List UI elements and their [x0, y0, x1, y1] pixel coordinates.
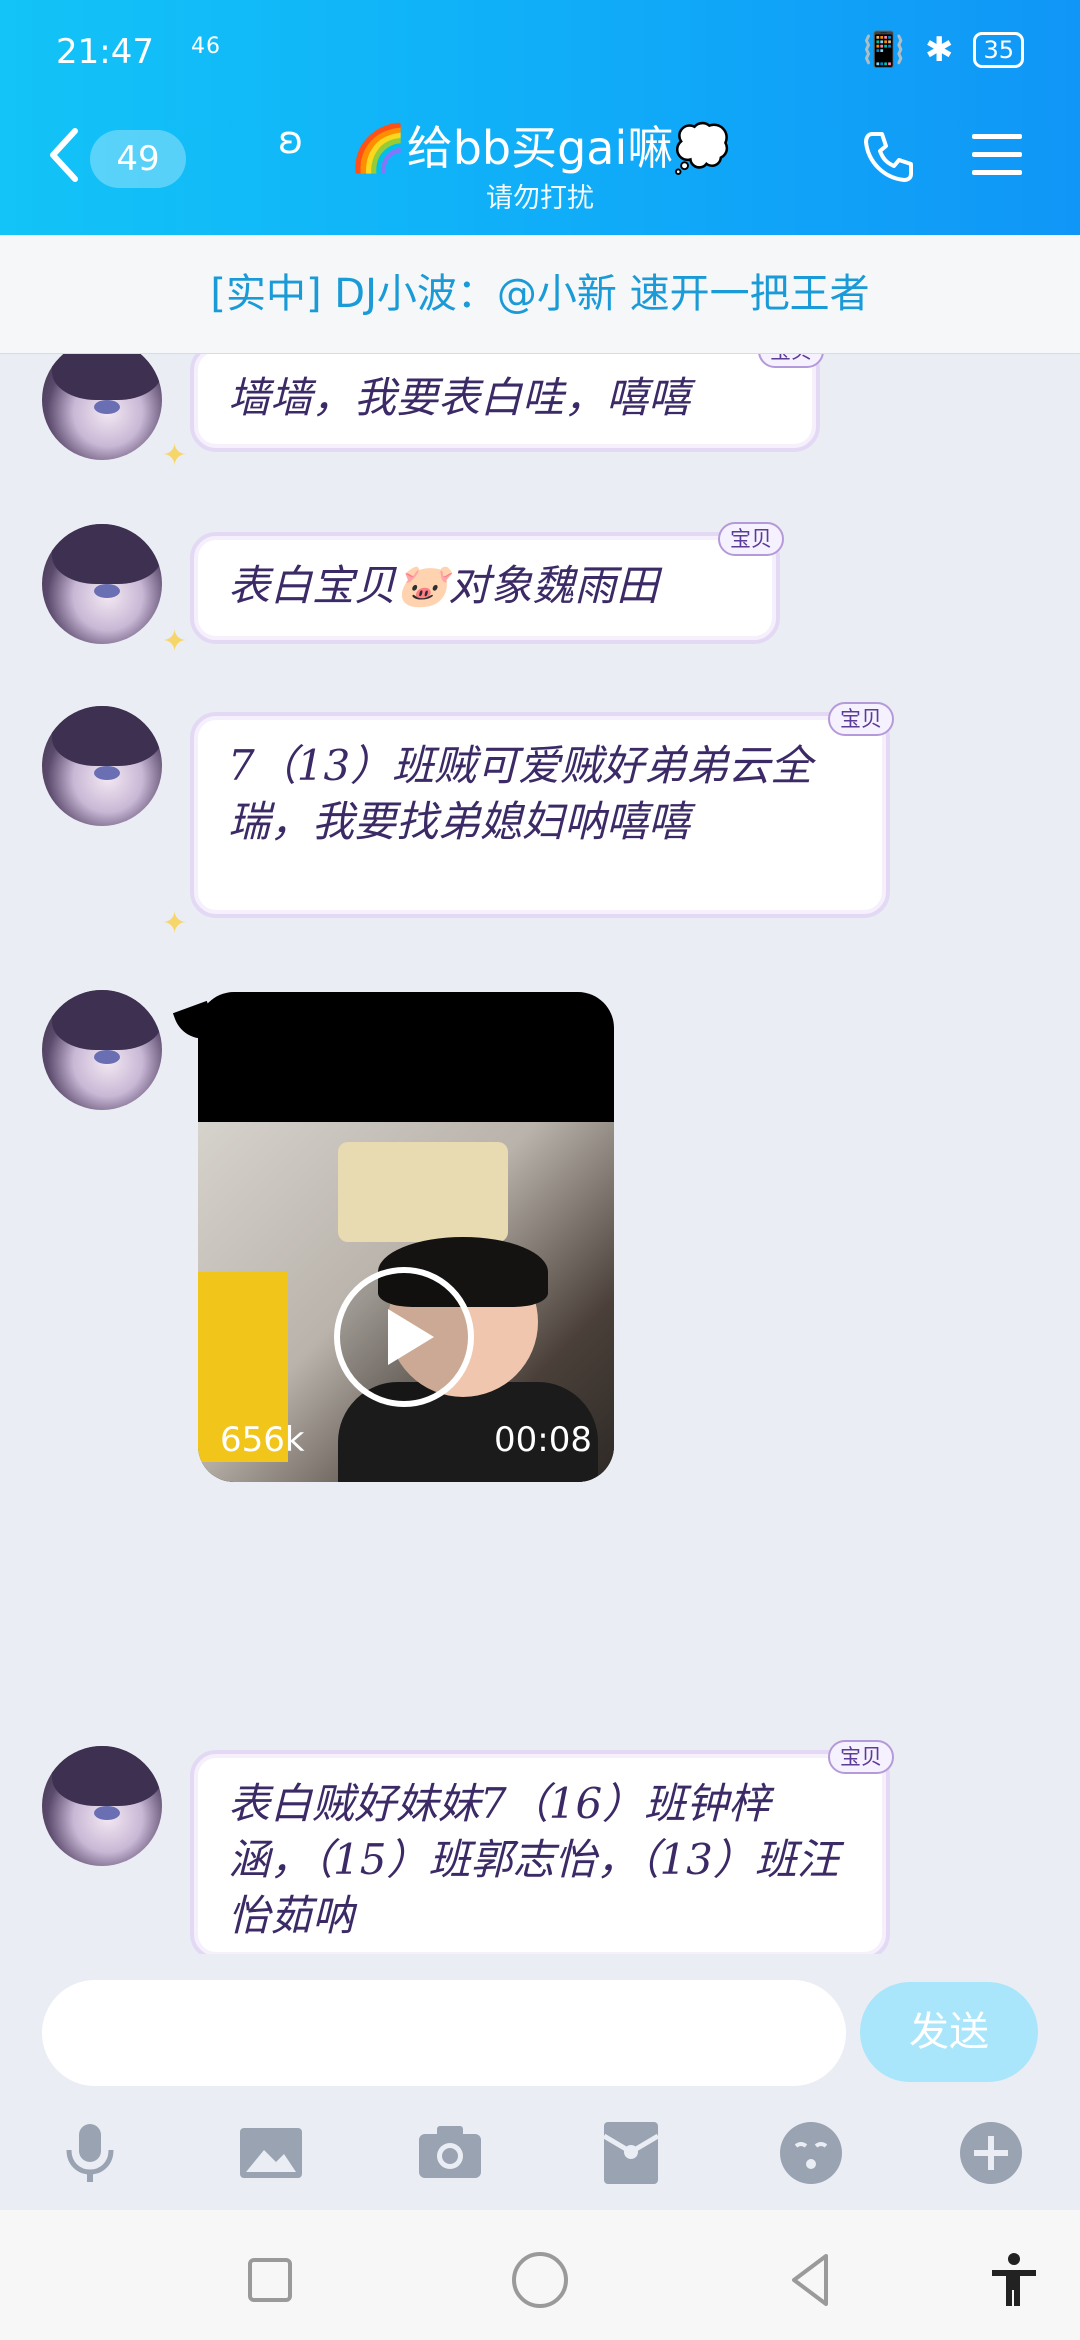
do-not-disturb-label: 请勿打扰: [486, 183, 594, 214]
nickname-tag: 宝贝: [758, 354, 824, 368]
accessibility-icon[interactable]: [984, 2250, 1044, 2310]
recents-icon[interactable]: [240, 2250, 300, 2310]
message-bubble[interactable]: 表白宝贝🐷对象魏雨田 宝贝: [190, 522, 784, 644]
input-toolbar: [0, 2098, 1080, 2198]
video-message[interactable]: 656k 00:08: [198, 992, 614, 1482]
nickname-tag: 宝贝: [828, 702, 894, 736]
sparkle-icon: ✦: [162, 624, 188, 659]
system-nav-bar: [0, 2210, 1080, 2340]
message-text: 表白宝贝🐷对象魏雨田: [228, 561, 659, 610]
message-list[interactable]: 墙墙，我要表白哇，嘻嘻 宝贝 ✦ 表白宝贝🐷对象魏雨田 宝贝 ✦ 7（13）班贼…: [0, 354, 1080, 1954]
back-icon[interactable]: [780, 2250, 840, 2310]
avatar[interactable]: [42, 990, 162, 1110]
input-bar: 发送: [0, 1958, 1080, 2086]
network-indicator: 46: [191, 34, 221, 59]
vibrate-icon: 📳: [862, 30, 905, 70]
nickname-tag: 宝贝: [718, 522, 784, 556]
play-icon[interactable]: [334, 1267, 474, 1407]
bluetooth-icon: ✱: [924, 30, 954, 70]
chat-header: 21:47 46 📳 ✱ 35 49 ʚ 🌈给bb买gai嘛💭 请勿打扰: [0, 0, 1080, 235]
avatar[interactable]: [42, 1746, 162, 1866]
avatar[interactable]: [42, 706, 162, 826]
message-text: 墙墙，我要表白哇，嘻嘻: [228, 373, 691, 422]
group-title[interactable]: ʚ 🌈给bb买gai嘛💭: [270, 112, 810, 178]
menu-icon[interactable]: [970, 130, 1024, 180]
image-icon[interactable]: [236, 2118, 306, 2188]
emoji-icon[interactable]: [776, 2118, 846, 2188]
microphone-icon[interactable]: [55, 2118, 125, 2188]
nickname-tag: 宝贝: [828, 1740, 894, 1774]
message-input[interactable]: [42, 1980, 846, 2086]
avatar[interactable]: [42, 354, 162, 460]
phone-icon[interactable]: [860, 128, 916, 184]
message-text: 7（13）班贼可爱贼好弟弟云全瑞，我要找弟媳妇呐嘻嘻: [228, 741, 813, 846]
message-bubble[interactable]: 7（13）班贼可爱贼好弟弟云全瑞，我要找弟媳妇呐嘻嘻 宝贝: [190, 702, 894, 918]
send-button[interactable]: 发送: [860, 1982, 1038, 2082]
home-icon[interactable]: [510, 2250, 570, 2310]
group-title-text: 🌈给bb买gai嘛💭: [349, 121, 731, 175]
video-duration: 00:08: [494, 1420, 592, 1460]
announcement-bar[interactable]: [实中] DJ小波：@小新 速开一把王者: [0, 235, 1080, 354]
camera-icon[interactable]: [415, 2118, 485, 2188]
sparkle-icon: ✦: [162, 438, 188, 473]
status-bar: 21:47 46 📳 ✱ 35: [56, 30, 1024, 80]
message-bubble[interactable]: 表白贼好妹妹7（16）班钟梓涵，（15）班郭志怡，（13）班汪怡茹呐 宝贝: [190, 1740, 894, 1954]
ear-icon: ʚ: [278, 118, 304, 162]
message-text: 表白贼好妹妹7（16）班钟梓涵，（15）班郭志怡，（13）班汪怡茹呐: [228, 1779, 839, 1940]
status-right: 📳 ✱ 35: [863, 30, 1024, 70]
battery-icon: 35: [973, 32, 1024, 68]
video-size: 656k: [220, 1420, 305, 1460]
plus-icon[interactable]: [956, 2118, 1026, 2188]
sparkle-icon: ✦: [162, 906, 188, 941]
status-time: 21:47: [56, 32, 154, 72]
message-bubble[interactable]: 墙墙，我要表白哇，嘻嘻 宝贝: [190, 354, 824, 452]
avatar[interactable]: [42, 524, 162, 644]
redpacket-icon[interactable]: [596, 2118, 666, 2188]
